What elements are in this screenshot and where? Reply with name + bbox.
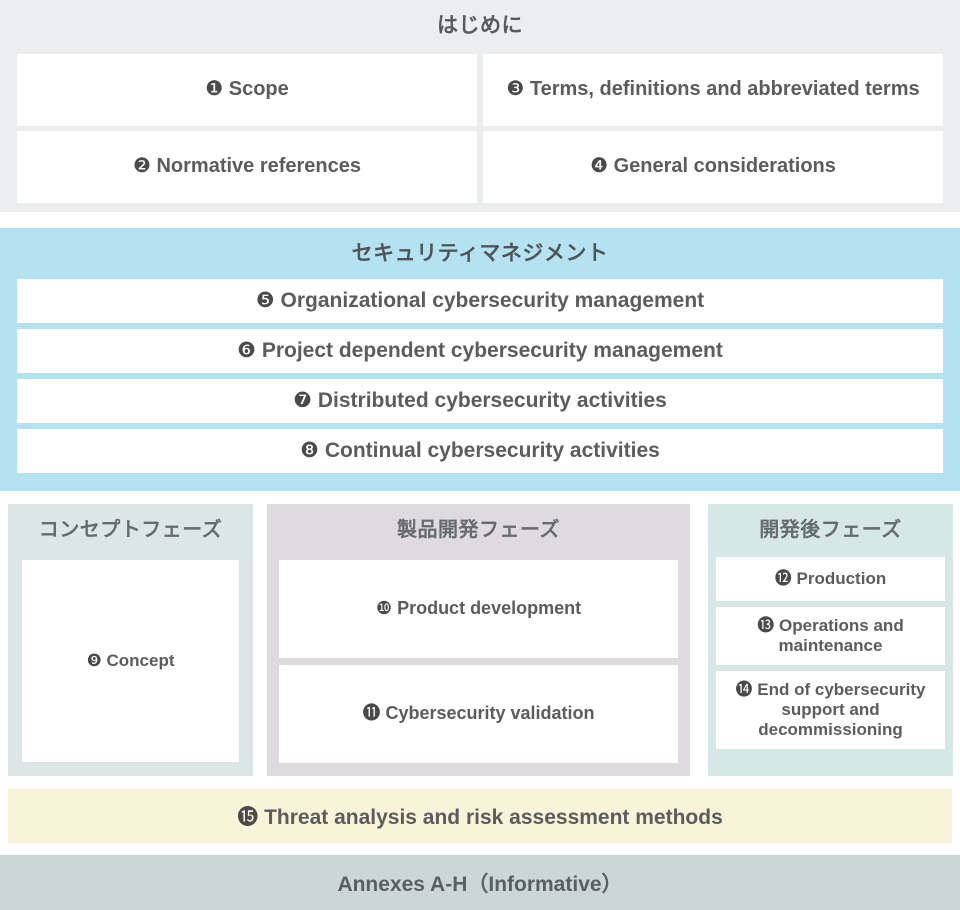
development-phase-heading: 製品開発フェーズ [397,519,560,541]
clause-box-7[interactable]: ❼ Distributed cybersecurity activities [17,379,943,423]
clause-number-9: ❾ [86,650,102,670]
intro-section: はじめに ❶ Scope ❸ Terms, definitions and ab… [0,0,960,212]
clause-box-3-text: ❸ Terms, definitions and abbreviated ter… [498,78,927,102]
clause-box-11[interactable]: ⓫ Cybersecurity validation [279,665,678,763]
security-management-heading: セキュリティマネジメント [351,242,609,265]
clause-box-13[interactable]: ⓭ Operations and maintenance [716,607,945,665]
development-phase-panel: 製品開発フェーズ ❿ Product development ⓫ Cyberse… [267,504,690,776]
post-development-phase-panel: 開発後フェーズ ⓬ Production ⓭ Operations and ma… [708,504,953,776]
clause-box-11-text: ⓫ Cybersecurity validation [354,703,602,724]
clause-label-15: Threat analysis and risk assessment meth… [264,806,723,829]
intro-section-heading: はじめに [437,14,523,37]
clause-box-1-text: ❶ Scope [197,78,297,102]
phases-section: コンセプトフェーズ ❾ Concept 製品開発フェーズ ❿ Product d… [0,504,960,776]
clause-number-11: ⓫ [362,703,381,724]
clause-box-14-text: ⓮ End of cybersecurity support and decom… [716,680,945,740]
clause-box-1[interactable]: ❶ Scope [17,54,477,126]
clause-label-1: Scope [228,78,289,101]
clause-box-15-text: ⓯ Threat analysis and risk assessment me… [237,801,723,831]
security-management-section: セキュリティマネジメント ❺ Organizational cybersecur… [0,228,960,491]
clause-box-4-text: ❹ General considerations [582,155,844,179]
clause-label-10: Product development [397,598,582,619]
clause-box-2[interactable]: ❷ Normative references [17,131,477,203]
clause-number-15: ⓯ [237,806,259,829]
clause-box-5-text: ❺ Organizational cybersecurity managemen… [248,289,712,314]
clause-label-7: Distributed cybersecurity activities [317,388,667,412]
clause-box-7-text: ❼ Distributed cybersecurity activities [285,389,675,414]
clause-box-6[interactable]: ❻ Project dependent cybersecurity manage… [17,329,943,373]
clause-label-14: End of cybersecurity support and decommi… [757,679,926,740]
clause-box-2-text: ❷ Normative references [125,155,369,179]
clause-box-6-text: ❻ Project dependent cybersecurity manage… [229,339,731,364]
clause-number-3: ❸ [506,78,525,101]
clause-box-12[interactable]: ⓬ Production [716,557,945,601]
concept-phase-panel: コンセプトフェーズ ❾ Concept [8,504,253,776]
clause-box-10-text: ❿ Product development [368,598,589,619]
clause-number-2: ❷ [132,155,151,178]
clause-label-9: Concept [106,650,175,670]
clause-number-14: ⓮ [735,679,753,699]
concept-phase-heading: コンセプトフェーズ [38,519,223,541]
clause-box-13-text: ⓭ Operations and maintenance [716,616,945,656]
clause-number-6: ❻ [237,338,256,362]
clause-box-5[interactable]: ❺ Organizational cybersecurity managemen… [17,279,943,323]
clause-label-12: Production [796,568,887,588]
clause-number-13: ⓭ [757,615,775,635]
post-development-phase-heading: 開発後フェーズ [759,519,902,541]
clause-box-8-text: ❽ Continual cybersecurity activities [292,439,668,464]
iso-sae-21434-structure-diagram: はじめに ❶ Scope ❸ Terms, definitions and ab… [0,0,960,910]
clause-box-9[interactable]: ❾ Concept [22,560,239,762]
development-phase-items: ❿ Product development ⓫ Cybersecurity va… [279,560,678,763]
clause-label-4: General considerations [613,155,836,178]
clause-label-2: Normative references [156,155,362,178]
clause-number-10: ❿ [375,598,393,619]
clause-box-3[interactable]: ❸ Terms, definitions and abbreviated ter… [483,54,943,126]
clause-box-8[interactable]: ❽ Continual cybersecurity activities [17,429,943,473]
annexes-label: Annexes A-H（Informative） [337,872,623,896]
annexes-section[interactable]: Annexes A-H（Informative） [0,855,960,910]
clause-number-1: ❶ [205,78,224,101]
clause-label-8: Continual cybersecurity activities [324,438,660,462]
concept-phase-items: ❾ Concept [22,560,239,762]
post-development-phase-items: ⓬ Production ⓭ Operations and maintenanc… [716,557,945,749]
clause-number-12: ⓬ [774,568,792,588]
clause-number-4: ❹ [590,155,609,178]
clause-label-3: Terms, definitions and abbreviated terms [529,78,920,101]
tara-section[interactable]: ⓯ Threat analysis and risk assessment me… [8,789,952,843]
clause-box-10[interactable]: ❿ Product development [279,560,678,658]
clause-number-7: ❼ [293,388,312,412]
security-management-items: ❺ Organizational cybersecurity managemen… [17,279,943,473]
clause-box-14[interactable]: ⓮ End of cybersecurity support and decom… [716,671,945,749]
clause-label-6: Project dependent cybersecurity manageme… [261,338,723,362]
clause-label-5: Organizational cybersecurity management [280,288,705,312]
intro-items-grid: ❶ Scope ❸ Terms, definitions and abbrevi… [17,54,943,203]
clause-number-5: ❺ [255,288,275,312]
clause-box-9-text: ❾ Concept [79,651,183,671]
clause-box-12-text: ⓬ Production [767,569,894,589]
clause-label-13: Operations and maintenance [778,615,904,655]
clause-label-11: Cybersecurity validation [385,703,595,724]
clause-box-4[interactable]: ❹ General considerations [483,131,943,203]
clause-number-8: ❽ [300,438,319,462]
